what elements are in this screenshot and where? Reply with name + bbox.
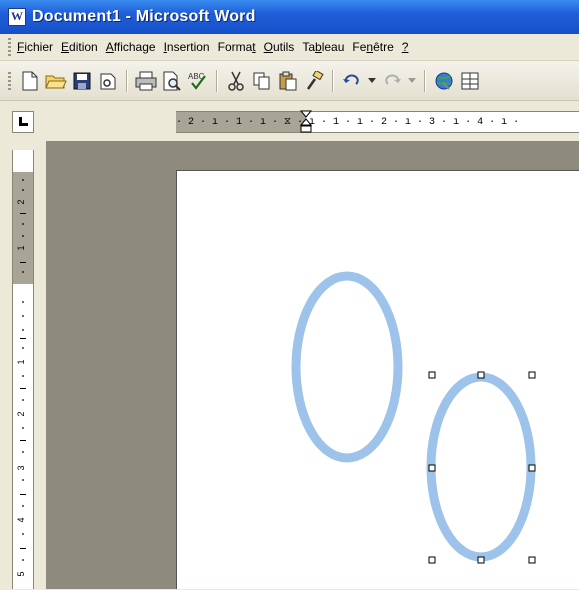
selection-handle[interactable] [477, 556, 485, 564]
print-icon[interactable] [135, 70, 157, 92]
vruler-label: 1 [16, 245, 26, 250]
vruler-label: 5 [16, 571, 26, 576]
selection-handle[interactable] [528, 371, 536, 379]
spelling-icon[interactable]: ABC [187, 70, 209, 92]
cut-icon[interactable] [225, 70, 247, 92]
vruler-label: 4 [16, 517, 26, 522]
menu-bar: Fichier Edition Affichage Insertion Form… [0, 34, 579, 61]
menu-help[interactable]: ? [402, 40, 409, 54]
ruler-gutter [0, 133, 579, 141]
menu-format[interactable]: Format [218, 40, 256, 54]
oval-shape-selected[interactable] [426, 372, 536, 562]
menu-tableau[interactable]: Tableau [302, 40, 344, 54]
title-bar: Document1 - Microsoft Word [0, 0, 579, 34]
window-title: Document1 - Microsoft Word [32, 8, 256, 25]
format-painter-icon[interactable] [303, 70, 325, 92]
vertical-ruler-ticks: 2 1 1 2 3 4 5 [16, 179, 26, 577]
ruler-ticks: · 2 · ı · 1 · ı · ⧖ · ı · 1 · ı · 2 · ı … [176, 117, 520, 128]
selection-handle[interactable] [477, 371, 485, 379]
selection-handle[interactable] [528, 556, 536, 564]
save-icon[interactable] [71, 70, 93, 92]
toolbar-separator [424, 69, 426, 92]
vruler-label: 3 [16, 465, 26, 470]
menu-edition[interactable]: Edition [61, 40, 98, 54]
permission-icon[interactable] [97, 70, 119, 92]
menu-fenetre[interactable]: Fenêtre [352, 40, 393, 54]
toolbar-separator [126, 69, 128, 92]
toolbar-separator [332, 69, 334, 92]
menu-fichier[interactable]: Fichier [17, 40, 53, 54]
vruler-label: 2 [16, 411, 26, 416]
new-document-icon[interactable] [19, 70, 41, 92]
undo-icon[interactable] [341, 70, 363, 92]
menu-insertion[interactable]: Insertion [164, 40, 210, 54]
standard-toolbar: ABC [0, 61, 579, 101]
selection-handle[interactable] [528, 464, 536, 472]
toolbar-separator [216, 69, 218, 92]
toolbar-grip-handle[interactable] [8, 71, 11, 90]
hyperlink-icon[interactable] [433, 70, 455, 92]
tables-borders-icon[interactable] [459, 70, 481, 92]
menu-outils[interactable]: Outils [264, 40, 295, 54]
horizontal-ruler[interactable]: · 2 · ı · 1 · ı · ⧖ · ı · 1 · ı · 2 · ı … [176, 110, 579, 134]
vruler-label: 1 [16, 359, 26, 364]
open-folder-icon[interactable] [45, 70, 67, 92]
selection-handle[interactable] [428, 371, 436, 379]
menu-grip-handle[interactable] [8, 38, 11, 56]
word-document-icon[interactable] [8, 8, 26, 26]
indent-marker-icon[interactable] [299, 110, 313, 134]
drawing-canvas[interactable] [177, 171, 579, 590]
copy-icon[interactable] [251, 70, 273, 92]
tab-selector[interactable] [12, 111, 34, 133]
selection-handle[interactable] [428, 464, 436, 472]
document-page[interactable] [176, 170, 579, 589]
paste-icon[interactable] [277, 70, 299, 92]
print-preview-icon[interactable] [161, 70, 183, 92]
selection-handle[interactable] [428, 556, 436, 564]
redo-dropdown-icon[interactable] [407, 70, 417, 92]
undo-dropdown-icon[interactable] [367, 70, 377, 92]
oval-shape[interactable] [291, 271, 403, 463]
vruler-label: 2 [16, 199, 26, 204]
menu-affichage[interactable]: Affichage [106, 40, 156, 54]
vertical-ruler[interactable]: 2 1 1 2 3 4 5 [12, 150, 34, 589]
redo-icon[interactable] [381, 70, 403, 92]
